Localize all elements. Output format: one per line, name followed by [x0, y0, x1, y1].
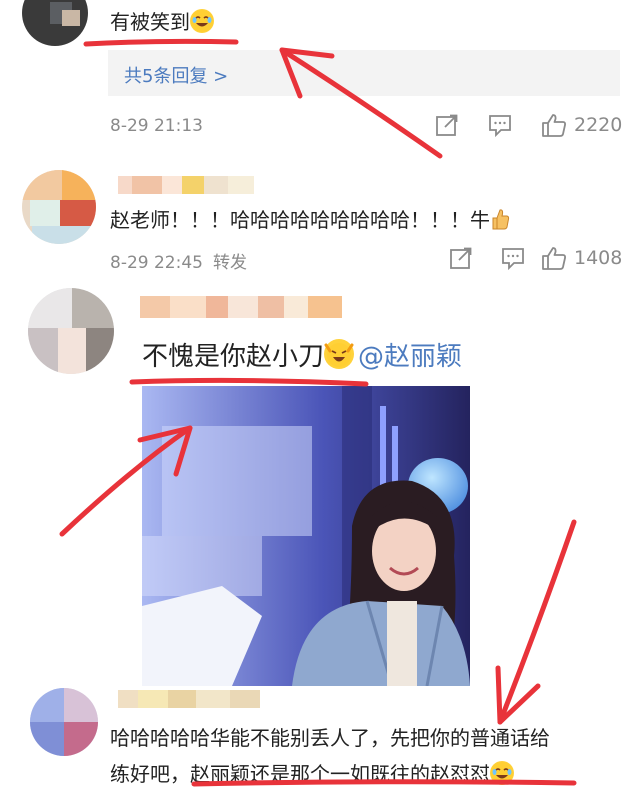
comment-icon: [502, 248, 524, 271]
comment-text: 哈哈哈哈哈华能不能别丢人了，先把你的普通话给: [110, 726, 550, 750]
comment-button[interactable]: [500, 245, 526, 271]
share-button[interactable]: [448, 245, 474, 271]
laugh-cry-emoji-icon: [490, 761, 514, 785]
annotation-underline: [83, 38, 239, 47]
comment-icon: [489, 115, 511, 138]
user-avatar[interactable]: [22, 0, 88, 46]
username-blurred[interactable]: [118, 176, 254, 194]
share-button[interactable]: [434, 112, 460, 138]
cheering-emoji-icon: [324, 339, 355, 369]
share-icon: [436, 114, 458, 136]
mention-link[interactable]: @赵丽颖: [358, 342, 462, 372]
thumbs-up-emoji-icon: [490, 207, 510, 231]
comment-text: 不愧是你赵小刀 @赵丽颖: [142, 336, 462, 373]
comment-photo[interactable]: [142, 386, 470, 686]
view-replies-link[interactable]: 共5条回复 >: [124, 62, 228, 88]
comment-button[interactable]: [487, 112, 513, 138]
like-icon: [542, 247, 566, 270]
annotation-underline: [129, 377, 369, 387]
comment-time: 8-29 22:45 转发: [110, 253, 247, 273]
reply-box[interactable]: 共5条回复 >: [108, 50, 620, 96]
username-blurred[interactable]: [118, 690, 260, 708]
underlined-text: 赵丽颖还是那个一如既往的赵怼怼: [190, 762, 490, 786]
comment-text: 有被笑到: [110, 6, 214, 35]
user-avatar[interactable]: [30, 688, 98, 756]
annotation-arrow: [497, 519, 577, 725]
like-icon: [542, 114, 566, 137]
like-count: 1408: [574, 247, 623, 269]
laugh-cry-emoji-icon: [190, 9, 214, 33]
comment-text: 赵老师！！！哈哈哈哈哈哈哈哈哈！！！牛: [110, 204, 510, 233]
user-avatar[interactable]: [28, 288, 114, 374]
like-count: 2220: [574, 114, 623, 136]
like-button[interactable]: 1408: [540, 245, 622, 271]
like-button[interactable]: 2220: [540, 112, 622, 138]
share-icon: [450, 247, 472, 269]
username-blurred[interactable]: [140, 296, 342, 318]
forward-link[interactable]: 转发: [213, 253, 247, 273]
comment-time: 8-29 21:13: [110, 116, 203, 136]
comment-text-continued: 练好吧，赵丽颖还是那个一如既往的赵怼怼: [110, 758, 514, 787]
user-avatar[interactable]: [22, 170, 96, 244]
